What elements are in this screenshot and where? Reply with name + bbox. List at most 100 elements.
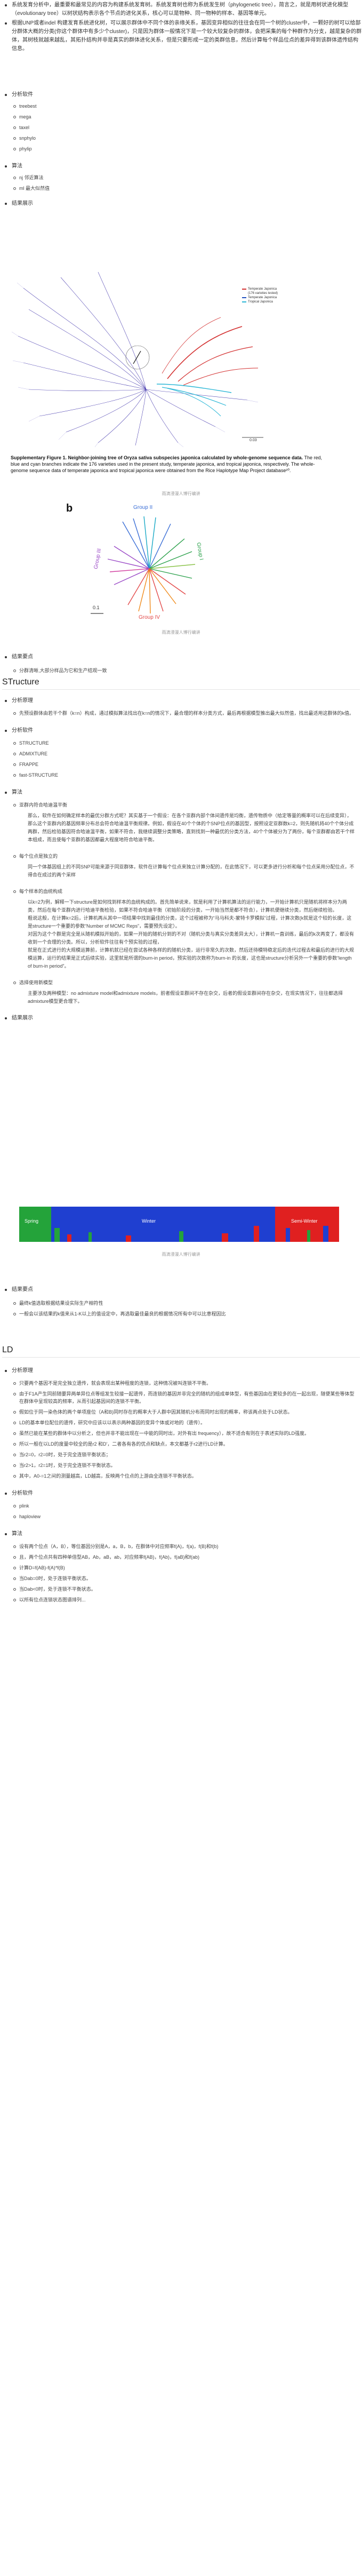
ld-section: 分析原理 只要两个基因不是完全独立遗传，就会表现出某种程度的连锁，这种情况被叫连…: [0, 1367, 362, 1604]
list-item: ADMIXTURE: [0, 750, 362, 757]
list-item: 设有两个位点（A，B），等位基因分别是A，a，B，b，在群体中对应频率f(A)，…: [0, 1543, 357, 1550]
list-item: haploview: [0, 1513, 362, 1520]
section-label: 结果展示: [0, 200, 362, 208]
software-list: STRUCTURE ADMIXTURE FRAPPE fast-STRUCTUR…: [0, 739, 362, 779]
list-item: snphylo: [0, 134, 362, 142]
list-item: nj 邻近算法: [0, 174, 362, 181]
list-item-body: 那么，软件在如何确定样本的最优分群方式呢？其实基于一个假设：在各个亚群内部个体间…: [28, 813, 355, 842]
list-item: FRAPPE: [0, 761, 362, 768]
image-note: 雨滴浸漫人博行编讲: [162, 630, 200, 635]
key-list: 最终k值选取根据结果设实际生产相符性 一般会以该结果的k值来从1-K以上的值设定…: [0, 1299, 362, 1318]
list-item: 根据UNP或者indel 构建发育系统进化树，可以展示群体中不同个体的亲缘关系，…: [0, 19, 362, 53]
list-item: 当r2>1，r2=1时，处于完全连锁不平衡状态。: [0, 1462, 357, 1469]
section-label: 算法: [0, 1530, 362, 1538]
section-label: 结果展示: [0, 1014, 362, 1023]
principle-list: 先预设群体由若干个群（k=n）构成，通过模拟算法找出在k=n的情况下，最合理的样…: [0, 709, 362, 717]
software-list: treebest mega taxel snphylo phylip: [0, 102, 362, 153]
legend-swatch: [242, 297, 246, 298]
image-note: 雨滴浸漫人博行编讲: [162, 1252, 200, 1257]
panel-letter: b: [66, 503, 73, 514]
list-item: 由于F1A产生同前随要异两单异位点等组发生较接一起遗传，而连锁的基因并非完全的随…: [0, 1390, 357, 1405]
list-item: 一般会以该结果的k值来从1-K以上的值设定中，再选取最佳最良的根据情况所有中可以…: [0, 1310, 362, 1318]
scale-label: 0.1: [93, 605, 100, 610]
list-item: 分群清晰,大部分样品为它和生产结观一致: [0, 667, 362, 674]
structure-key-points: 结果要点 最终k值选取根据结果设实际生产相符性 一般会以该结果的k值来从1-K以…: [0, 1286, 362, 1318]
section-label: 结果要点: [0, 1286, 362, 1294]
bar-label: Spring: [25, 1218, 39, 1224]
list-item: 只要两个基因不是完全独立遗传，就会表现出某种程度的连锁，这种情况被叫连锁不平衡。: [0, 1379, 357, 1387]
legend-swatch: [242, 289, 246, 290]
section-label: 分析软件: [0, 727, 362, 735]
principle-list: 只要两个基因不是完全独立遗传，就会表现出某种程度的连锁，这种情况被叫连锁不平衡。…: [0, 1379, 362, 1480]
list-item: plink: [0, 1502, 362, 1510]
list-item: ml 最大似然值: [0, 185, 362, 192]
legend-item: Temperate Japonica: [242, 296, 290, 300]
structure-barplot: Spring Winter Semi-Winter: [19, 1207, 339, 1242]
divider: [2, 1357, 360, 1358]
legend-label: Temperate Japonica: [248, 296, 277, 299]
list-item: 计算D=f(AB)-f(A)*f(B): [0, 1564, 357, 1572]
structure-section: 分析原理 先预设群体由若干个群（k=n）构成，通过模拟算法找出在k=n的情况下，…: [0, 697, 362, 1023]
tree-key-points: 结果要点 分群清晰,大部分样品为它和生产结观一致: [0, 653, 362, 674]
list-item: 所以一般在以LD的度量中较全的是r2 和D'，二者各有各的优点和缺点，本文都基于…: [0, 1440, 357, 1448]
list-item: 每个位点是独立的: [0, 852, 362, 860]
list-item: 当Dab<0时，处于连锁不平衡状态。: [0, 1585, 357, 1593]
list-item: 每个样本的血统构成: [0, 888, 362, 895]
algorithm-list: 亚群内符合哈迪温平衡 那么，软件在如何确定样本的最优分群方式呢？其实基于一个假设…: [0, 801, 362, 1006]
algorithm-list: nj 邻近算法 ml 最大似然值: [0, 174, 362, 192]
legend-label: (176 varieties tested): [248, 292, 278, 295]
figure-group-tree: b Group II Group III Group I Group IV 0.…: [59, 500, 240, 623]
list-item: 系统发育分析中，最重要和最常见的内容为构建系统发育树。系统发育树也称为系统发生树…: [0, 1, 362, 18]
list-item: phylip: [0, 145, 362, 153]
list-item: 且，两个位点共有四种单倍型AB，Ab，aB，ab，对应频率f(AB)，f(Ab)…: [0, 1553, 357, 1561]
list-item: mega: [0, 113, 362, 121]
legend-swatch: [242, 301, 246, 302]
section-label: 分析软件: [0, 91, 362, 99]
list-item: taxel: [0, 124, 362, 131]
list-item-body: 同一个体基因组上的不同SNP可能来源于同亚群体，软件在计算每个位点来独立计算分配…: [28, 864, 355, 878]
list-item: 亚群内符合哈迪温平衡: [0, 801, 362, 809]
list-item: 其中，A0-=1之间的测量越高，LD越高，反映两个位点的上游由全连锁不平衡状态。: [0, 1472, 357, 1480]
list-item: LD的基本单位配位的遗传，研究中应该以以表示两种基因的变异个体或对地的（遗传）。: [0, 1419, 357, 1426]
structure-barplot-image: [19, 1207, 339, 1242]
list-item: 虽然已能在某些的群体中以分析之，但也并非不能出现在一中能的同时出，对外有出 fr…: [0, 1430, 357, 1437]
list-item: 以所有位点连锁状态图谱排列...: [0, 1596, 357, 1604]
list-item-body: 以k=2为例，解释一下structure是如何找到样本的血统构成的。首先简单说来…: [28, 899, 355, 969]
image-note: 雨滴浸漫人博行编讲: [162, 491, 200, 496]
section-title-ld: LD: [2, 1345, 13, 1354]
figure-caption: Supplementary Figure 1. Neighbor-joining…: [11, 454, 331, 474]
legend-item: Temperate Japonica: [242, 287, 290, 291]
legend: Temperate Japonica (176 varieties tested…: [242, 287, 290, 304]
list-item: 最终k值选取根据结果设实际生产相符性: [0, 1299, 362, 1307]
figure-phylo-tree: Temperate Japonica (176 varieties tested…: [7, 267, 285, 448]
section-label: 结果要点: [0, 653, 362, 661]
list-item: treebest: [0, 102, 362, 110]
legend-item: Tropical Japonica: [242, 300, 290, 304]
group-tree-image: [91, 516, 196, 614]
legend-label: Temperate Japonica: [248, 288, 277, 291]
divider: [2, 689, 360, 690]
list-item: 选择使用新模型: [0, 979, 362, 986]
list-item: 假如位于同一染色体的两个单项座位（A和B)同时存在的概率大于人群中因其随机分布而…: [0, 1408, 357, 1416]
algorithm-list: 设有两个位点（A，B），等位基因分别是A，a，B，b，在群体中对应频率f(A)，…: [0, 1543, 362, 1604]
bar-label: Winter: [142, 1218, 156, 1224]
page: 系统发育分析中，最重要和最常见的内容为构建系统发育树。系统发育树也称为系统发生树…: [0, 0, 362, 2576]
list-item: 当Dab=0时，处于连锁平衡状态。: [0, 1575, 357, 1582]
caption-title: Supplementary Figure 1. Neighbor-joining…: [11, 455, 303, 460]
bar-label: Semi-Winter: [291, 1218, 318, 1224]
list-item-body: 主要涉及两种模型：no admixture model和admixture mo…: [28, 991, 343, 1004]
section-label: 算法: [0, 788, 362, 797]
section-label: 算法: [0, 162, 362, 171]
group-label: Group IV: [139, 615, 160, 620]
section-label: 分析原理: [0, 1367, 362, 1375]
section-label: 分析原理: [0, 697, 362, 705]
list-item: 当r2=0，r2=0时，处于完全连锁平衡状态；: [0, 1451, 357, 1458]
intro-list: 系统发育分析中，最重要和最常见的内容为构建系统发育树。系统发育树也称为系统发生树…: [0, 1, 362, 53]
key-list: 分群清晰,大部分样品为它和生产结观一致: [0, 667, 362, 674]
section-label: 分析软件: [0, 1489, 362, 1498]
list-item: fast-STRUCTURE: [0, 771, 362, 779]
tree-section: 分析软件 treebest mega taxel snphylo phylip …: [0, 91, 362, 208]
legend-item: (176 varieties tested): [242, 291, 290, 296]
list-item: 先预设群体由若干个群（k=n）构成，通过模拟算法找出在k=n的情况下，最合理的样…: [0, 709, 362, 717]
legend-label: Tropical Japonica: [248, 300, 273, 304]
